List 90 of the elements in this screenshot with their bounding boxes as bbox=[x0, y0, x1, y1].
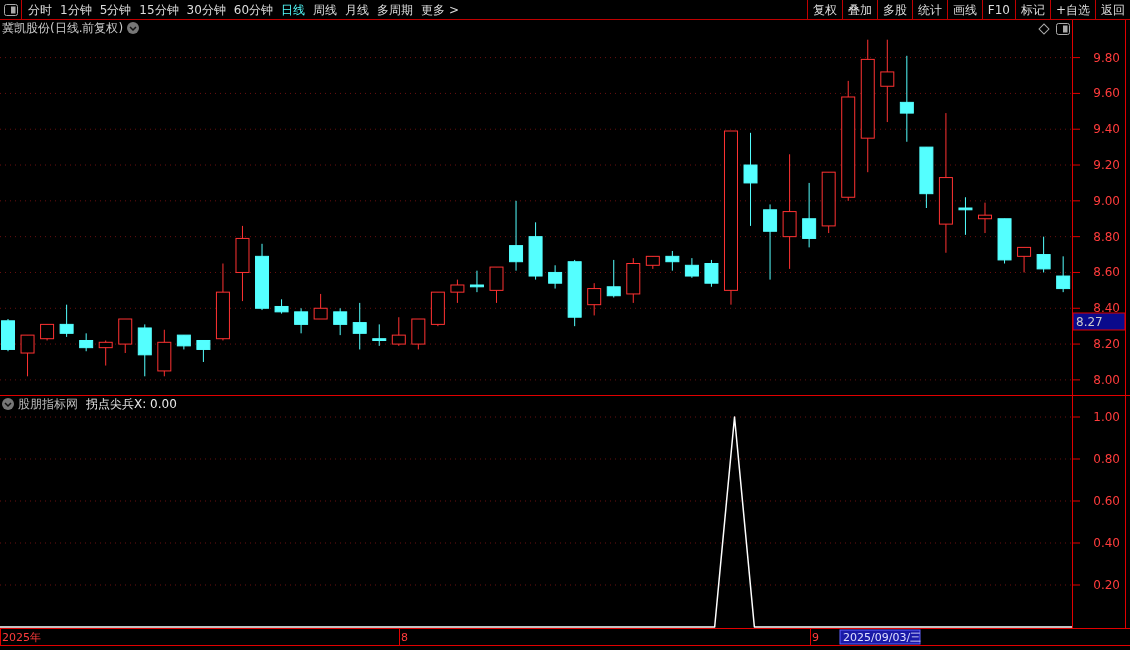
candlestick bbox=[1017, 246, 1032, 273]
candlestick bbox=[294, 307, 309, 334]
candlestick bbox=[489, 266, 504, 304]
price-tick-label: 8.20 bbox=[1093, 337, 1120, 352]
candlestick bbox=[40, 323, 55, 341]
candlestick bbox=[821, 171, 836, 234]
toolbar-button[interactable]: 叠加 bbox=[841, 0, 877, 19]
date-axis-label: 9 bbox=[812, 631, 819, 644]
toolbar-button[interactable]: F10 bbox=[981, 0, 1015, 19]
period-tab[interactable]: 月线 bbox=[345, 3, 370, 16]
candlestick bbox=[1036, 236, 1051, 273]
candlestick bbox=[919, 146, 934, 209]
toolbar-button[interactable]: 统计 bbox=[911, 0, 947, 19]
candlestick bbox=[684, 257, 699, 279]
candlestick bbox=[704, 259, 719, 288]
panel-toggle-icon[interactable] bbox=[3, 3, 18, 16]
period-tab[interactable]: 15分钟 bbox=[139, 3, 179, 16]
candlestick bbox=[20, 334, 35, 377]
toolbar-button[interactable]: +自选 bbox=[1049, 0, 1095, 19]
indicator-tick-label: 0.60 bbox=[1093, 494, 1120, 508]
toolbar-button[interactable]: 画线 bbox=[946, 0, 982, 19]
candlestick bbox=[98, 340, 113, 367]
indicator-tick-label: 1.00 bbox=[1093, 410, 1120, 424]
indicator-tick-label: 0.40 bbox=[1093, 536, 1120, 550]
candlestick bbox=[1056, 255, 1071, 293]
price-tick-label: 8.00 bbox=[1093, 372, 1120, 387]
price-tick-label: 9.60 bbox=[1093, 86, 1120, 101]
last-price-label: 8.27 bbox=[1072, 312, 1126, 331]
candlestick bbox=[528, 221, 543, 281]
candlestick bbox=[548, 264, 563, 290]
candlestick bbox=[372, 323, 387, 347]
period-tab[interactable]: 更多 > bbox=[421, 3, 459, 16]
candlestick bbox=[118, 318, 133, 354]
candlestick bbox=[997, 218, 1012, 264]
candlestick bbox=[255, 243, 269, 311]
candlestick bbox=[196, 340, 211, 363]
candlestick bbox=[313, 293, 328, 320]
period-tab[interactable]: 1分钟 bbox=[60, 3, 92, 16]
toolbar-button[interactable]: 复权 bbox=[806, 0, 842, 19]
candlestick bbox=[1, 318, 15, 352]
indicator-value: 拐点尖兵X: 0.00 bbox=[86, 398, 177, 410]
indicator-tick-label: 0.20 bbox=[1093, 578, 1120, 592]
period-tab[interactable]: 分时 bbox=[28, 3, 52, 16]
candlestick bbox=[391, 316, 406, 347]
candlestick bbox=[411, 318, 426, 350]
price-tick-label: 9.40 bbox=[1093, 122, 1120, 137]
chevron-down-icon[interactable] bbox=[127, 22, 140, 34]
indicator-tick-label: 0.80 bbox=[1093, 452, 1120, 466]
candlestick bbox=[978, 202, 992, 234]
period-tab[interactable]: 周线 bbox=[313, 3, 338, 16]
stock-title: 冀凯股份(日线.前复权) bbox=[2, 22, 124, 34]
candlestick bbox=[567, 259, 582, 327]
chevron-down-icon[interactable] bbox=[2, 398, 14, 410]
candlestick bbox=[450, 279, 465, 304]
candlestick bbox=[509, 200, 524, 272]
cursor-date-label: 2025/09/03/三 bbox=[839, 629, 922, 645]
candlestick bbox=[333, 307, 348, 336]
candlestick bbox=[59, 304, 74, 338]
period-tab[interactable]: 多周期 bbox=[377, 3, 414, 16]
candlestick bbox=[958, 196, 973, 236]
candlestick bbox=[587, 282, 602, 316]
candlestick bbox=[606, 259, 621, 298]
toolbar-button[interactable]: 多股 bbox=[876, 0, 912, 19]
price-tick-label: 8.60 bbox=[1093, 265, 1120, 280]
price-tick-label: 9.80 bbox=[1093, 50, 1120, 65]
period-tab[interactable]: 30分钟 bbox=[186, 3, 226, 16]
candlestick bbox=[352, 302, 367, 350]
candlestick bbox=[137, 323, 152, 377]
period-tab[interactable]: 60分钟 bbox=[233, 3, 274, 16]
candlestick bbox=[79, 332, 94, 352]
candlestick bbox=[157, 329, 172, 377]
period-tab[interactable]: 日线 bbox=[281, 3, 306, 16]
price-tick-label: 8.80 bbox=[1093, 229, 1120, 244]
candlestick bbox=[176, 334, 191, 350]
date-axis-label: 8 bbox=[401, 631, 408, 644]
period-tab[interactable]: 5分钟 bbox=[99, 3, 132, 16]
candlestick bbox=[665, 250, 680, 272]
price-tick-label: 9.20 bbox=[1093, 158, 1120, 173]
candlestick bbox=[802, 182, 817, 248]
toolbar-button[interactable]: 返回 bbox=[1095, 0, 1130, 19]
date-axis-label: 2025年 bbox=[2, 631, 41, 644]
indicator-source: 股朋指标网 bbox=[18, 398, 78, 410]
candlestick bbox=[626, 257, 641, 304]
panel-toggle-icon[interactable] bbox=[1056, 23, 1070, 35]
toolbar-button[interactable]: 标记 bbox=[1014, 0, 1050, 19]
price-tick-label: 9.00 bbox=[1093, 193, 1120, 208]
candlestick bbox=[274, 298, 289, 315]
candlestick bbox=[469, 270, 484, 293]
candlestick bbox=[430, 291, 445, 327]
candlestick bbox=[645, 255, 660, 270]
